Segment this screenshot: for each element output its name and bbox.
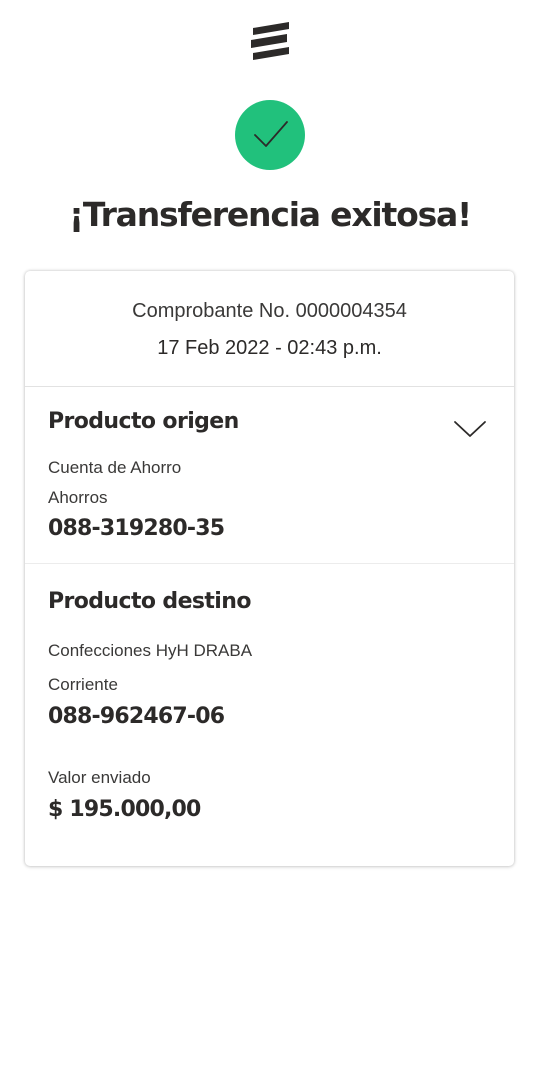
destination-section-title: Producto destino — [48, 589, 251, 614]
receipt-number: Comprobante No. 0000004354 — [132, 300, 407, 322]
destination-holder: Confecciones HyH DRABA — [48, 641, 253, 660]
destination-account-type: Corriente — [48, 675, 118, 694]
origin-product-type: Cuenta de Ahorro — [48, 458, 182, 477]
amount-value: $ 195.000,00 — [48, 797, 201, 822]
receipt-datetime: 17 Feb 2022 - 02:43 p.m. — [157, 337, 382, 359]
origin-section-title: Producto origen — [48, 409, 239, 434]
origin-account-type: Ahorros — [48, 488, 108, 507]
check-icon — [254, 121, 288, 147]
origin-account-number: 088-319280-35 — [48, 516, 225, 541]
receipt-card: Comprobante No. 0000004354 17 Feb 2022 -… — [25, 271, 514, 866]
destination-account-number: 088-962467-06 — [48, 704, 225, 729]
chevron-down-icon[interactable] — [453, 418, 487, 440]
success-badge — [235, 100, 305, 170]
page-title: ¡Transferencia exitosa! — [69, 195, 472, 234]
receipt-header: Comprobante No. 0000004354 17 Feb 2022 -… — [25, 271, 514, 387]
bank-logo-icon — [247, 20, 293, 64]
section-divider — [25, 563, 514, 564]
amount-label: Valor enviado — [48, 768, 151, 787]
